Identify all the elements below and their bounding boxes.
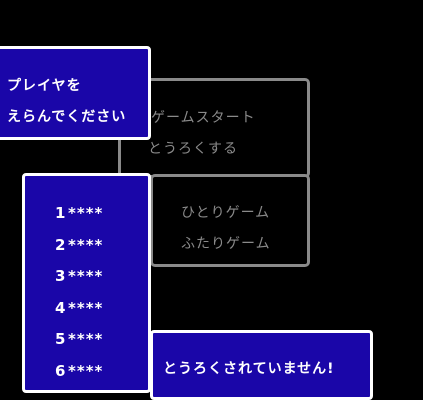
player-slot-name: **** [68, 362, 104, 380]
player-slot-2[interactable]: 2 **** [55, 236, 103, 254]
player-slot-name: **** [68, 236, 104, 254]
prompt-text-line2: えらんでください [7, 109, 127, 125]
player-slot-name: **** [68, 204, 104, 222]
status-message-text: とうろくされていません! [163, 361, 335, 377]
player-slot-5[interactable]: 5 **** [55, 330, 103, 348]
status-message-window: とうろくされていません! [150, 330, 373, 400]
prompt-window: プレイヤを えらんでください [0, 46, 151, 140]
player-slot-number: 1 [55, 204, 66, 222]
player-slot-4[interactable]: 4 **** [55, 299, 103, 317]
prompt-text-line1: プレイヤを [7, 78, 82, 94]
player-slot-number: 3 [55, 267, 66, 285]
menu-item-single-player[interactable]: ひとりゲーム [181, 204, 270, 222]
player-slot-name: **** [68, 299, 104, 317]
player-slot-number: 4 [55, 299, 66, 317]
player-slot-number: 5 [55, 330, 66, 348]
player-slot-number: 6 [55, 362, 66, 380]
player-slot-name: **** [68, 267, 104, 285]
player-slot-6[interactable]: 6 **** [55, 362, 103, 380]
menu-item-game-start[interactable]: ゲームスタート [151, 109, 256, 127]
mode-menu-window: ひとりゲーム ふたりゲーム [150, 174, 310, 267]
menu-item-register[interactable]: とうろくする [148, 140, 238, 158]
player-list-window: 1 **** 2 **** 3 **** 4 **** 5 **** 6 **** [22, 173, 151, 393]
player-slot-name: **** [68, 330, 104, 348]
menu-item-two-player[interactable]: ふたりゲーム [181, 235, 271, 253]
player-slot-3[interactable]: 3 **** [55, 267, 103, 285]
player-slot-number: 2 [55, 236, 66, 254]
player-slot-1[interactable]: 1 **** [55, 204, 103, 222]
